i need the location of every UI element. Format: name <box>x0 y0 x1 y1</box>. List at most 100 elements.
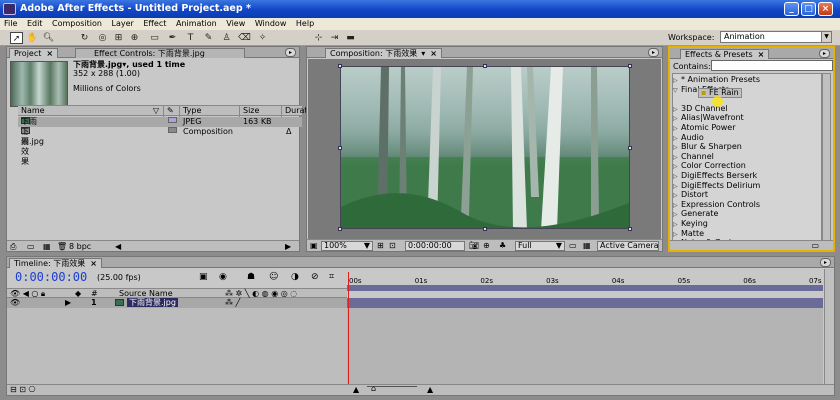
transform-handle[interactable] <box>628 146 632 150</box>
transform-handle[interactable] <box>483 227 487 231</box>
draft-3d-icon[interactable]: ☗ <box>247 272 255 282</box>
layer-name[interactable]: 下雨背景.jpg <box>115 298 178 308</box>
safe-margins-icon[interactable]: ⊡ <box>389 240 396 251</box>
project-item-composition[interactable]: 下雨效果 Composition Δ <box>18 127 302 166</box>
column-name[interactable]: Name ▽ <box>18 106 164 117</box>
toggle-switches-icon[interactable]: ⊟ ⊡ ⎔ <box>10 385 35 394</box>
comp-mini-flowchart-icon[interactable]: ▣ <box>199 272 208 282</box>
world-axis-icon[interactable]: ⇥ <box>328 32 341 44</box>
interpret-footage-icon[interactable]: ⎙ <box>10 241 16 252</box>
effect-category[interactable]: ▷ Channel <box>673 152 714 162</box>
grid-icon[interactable]: ⊞ <box>377 240 384 251</box>
menu-animation[interactable]: Animation <box>176 19 217 28</box>
resolution-select[interactable]: Full ▼ <box>515 241 565 251</box>
tab-effect-controls[interactable]: Effect Controls: 下雨背景.jpg <box>75 48 245 58</box>
region-of-interest-icon[interactable]: ▭ <box>569 240 577 251</box>
transform-handle[interactable] <box>628 227 632 231</box>
close-icon[interactable]: × <box>46 49 53 58</box>
current-time-display[interactable]: 0:00:00:00 <box>15 270 87 284</box>
transform-handle[interactable] <box>338 146 342 150</box>
expanded-triangle-icon[interactable]: ▽ <box>673 86 681 96</box>
menu-layer[interactable]: Layer <box>112 19 134 28</box>
effect-category[interactable]: ▷ Distort <box>673 190 708 200</box>
effect-category[interactable]: ▷ DigiEffects Berserk <box>673 171 757 181</box>
delete-icon[interactable]: 🗑︎ <box>57 241 67 252</box>
zoom-tool-icon[interactable]: 🔍︎ <box>42 32 55 44</box>
maximize-button[interactable]: □ <box>801 2 816 16</box>
panel-menu-icon[interactable]: ▸ <box>285 48 296 57</box>
pen-tool-icon[interactable]: ✒ <box>166 32 179 44</box>
puppet-tool-icon[interactable]: ✧ <box>256 32 269 44</box>
live-update-icon[interactable]: ◉ <box>219 272 227 282</box>
hand-tool-icon[interactable]: ✋ <box>26 32 39 44</box>
new-folder-icon[interactable]: ▭ <box>811 241 819 250</box>
shy-layers-icon[interactable]: ☺ <box>269 272 278 282</box>
brush-tool-icon[interactable]: ✎ <box>202 32 215 44</box>
camera-select[interactable]: Active Camera <box>597 241 659 251</box>
effect-category[interactable]: ▷ Atomic Power <box>673 123 736 133</box>
menu-window[interactable]: Window <box>255 19 287 28</box>
menu-file[interactable]: File <box>4 19 17 28</box>
effect-category[interactable]: ▷ Blur & Sharpen <box>673 142 742 152</box>
menu-help[interactable]: Help <box>296 19 314 28</box>
composition-viewer[interactable] <box>308 59 661 239</box>
workspace-select[interactable]: Animation ▼ <box>720 31 832 43</box>
rectangle-mask-icon[interactable]: ▭ <box>148 32 161 44</box>
tab-project[interactable]: Project × <box>9 48 59 58</box>
column-duration[interactable]: Durat <box>282 106 308 117</box>
close-icon[interactable]: × <box>90 259 97 268</box>
pan-behind-icon[interactable]: ⊕ <box>128 32 141 44</box>
zoom-out-icon[interactable]: ▲ <box>353 385 359 394</box>
view-axis-icon[interactable]: ▬ <box>344 32 357 44</box>
local-axis-icon[interactable]: ⊹ <box>312 32 325 44</box>
tab-composition[interactable]: Composition: 下雨效果 ▾ × <box>325 48 442 58</box>
current-time-indicator[interactable] <box>348 272 349 384</box>
column-type[interactable]: Type <box>180 106 240 117</box>
work-area-bar[interactable] <box>347 285 823 291</box>
panel-menu-icon[interactable]: ▸ <box>820 258 831 267</box>
timecode-display[interactable]: 0:00:00:00 <box>405 241 465 251</box>
clone-stamp-icon[interactable]: ♙ <box>220 32 233 44</box>
expand-triangle-icon[interactable]: ▶ <box>65 298 71 308</box>
scroll-left-icon[interactable]: ◀ <box>115 241 121 252</box>
zoom-in-icon[interactable]: ▲ <box>427 385 433 394</box>
rotate-tool-icon[interactable]: ↻ <box>78 32 91 44</box>
menu-view[interactable]: View <box>226 19 245 28</box>
effects-scrollbar[interactable] <box>822 73 831 241</box>
forest-footage-frame[interactable] <box>340 66 630 229</box>
column-source-name[interactable]: Source Name <box>119 289 173 298</box>
close-icon[interactable]: × <box>430 49 437 58</box>
menu-edit[interactable]: Edit <box>27 19 43 28</box>
monitor-icon[interactable]: ▣ <box>310 240 318 251</box>
eye-icon[interactable]: 👁︎ <box>10 298 20 308</box>
track-xy-camera-icon[interactable]: ⊞ <box>112 32 125 44</box>
tab-effects-presets[interactable]: Effects & Presets × <box>680 49 770 59</box>
effect-category[interactable]: ▷ Audio <box>673 133 704 143</box>
transparency-grid-icon[interactable]: ▦ <box>583 240 591 251</box>
layer-switches-icon[interactable]: ⁂ ╱ <box>225 298 240 308</box>
panel-menu-icon[interactable]: ▸ <box>648 48 659 57</box>
effect-category[interactable]: ▷ Keying <box>673 219 708 229</box>
new-folder-icon[interactable]: ▭ <box>27 241 35 252</box>
effect-category[interactable]: ▷ Matte <box>673 229 704 239</box>
motion-blur-icon[interactable]: ⊘ <box>311 272 319 282</box>
text-tool-icon[interactable]: T <box>184 32 197 44</box>
snapshot-icon[interactable]: 📷︎ <box>469 240 479 251</box>
frame-blending-icon[interactable]: ◑ <box>291 272 299 282</box>
effect-category[interactable]: ▷ Color Correction <box>673 161 746 171</box>
label-column-icon[interactable]: ✎ <box>164 106 180 117</box>
close-icon[interactable]: × <box>758 50 765 59</box>
transform-handle[interactable] <box>338 64 342 68</box>
transform-handle[interactable] <box>483 64 487 68</box>
effect-category[interactable]: ▷ Alias|Wavefront <box>673 113 744 123</box>
panel-menu-icon[interactable]: ▸ <box>819 49 830 58</box>
show-snapshot-icon[interactable]: ⊕ <box>483 240 490 251</box>
transform-handle[interactable] <box>338 227 342 231</box>
menu-effect[interactable]: Effect <box>143 19 166 28</box>
contains-search-input[interactable] <box>711 60 833 71</box>
effect-category[interactable]: ▷ DigiEffects Delirium <box>673 181 760 191</box>
zoom-slider-thumb[interactable]: ⌂ <box>371 384 376 393</box>
timeline-scrollbar[interactable] <box>824 269 834 385</box>
project-item-jpeg[interactable]: 下雨背景.jpg JPEG 163 KB <box>18 117 302 146</box>
eraser-tool-icon[interactable]: ⌫ <box>238 32 251 44</box>
